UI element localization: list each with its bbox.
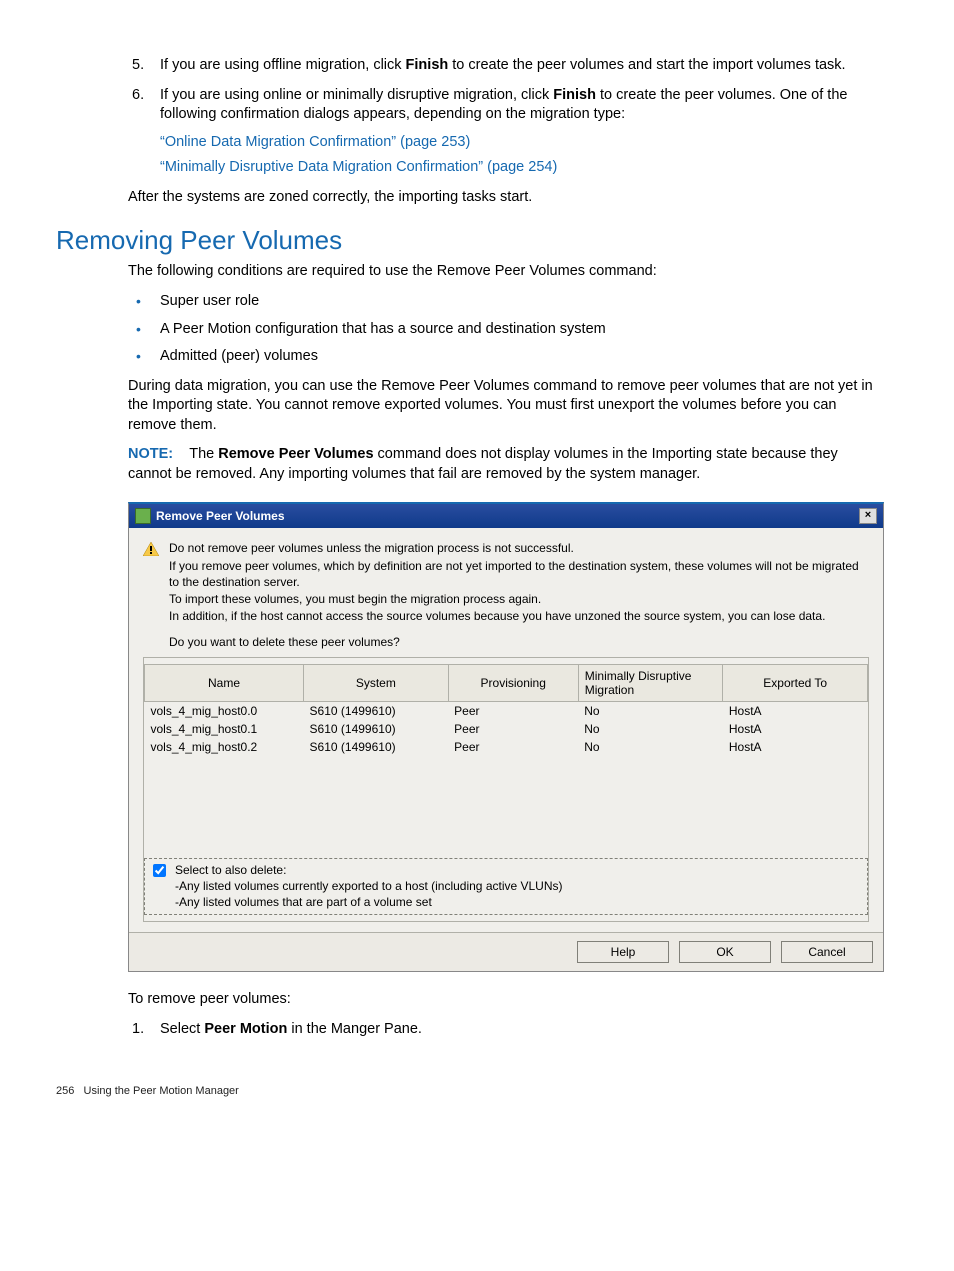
step5-finish: Finish [406, 57, 449, 73]
col-system[interactable]: System [304, 665, 449, 702]
cell-prov: Peer [448, 738, 578, 756]
bullet-peer-motion-config: A Peer Motion configuration that has a s… [160, 320, 884, 340]
warn-line-1: Do not remove peer volumes unless the mi… [169, 540, 869, 556]
cell-system: S610 (1499610) [304, 702, 449, 721]
note-paragraph: NOTE: The Remove Peer Volumes command do… [128, 445, 884, 484]
select-also-line1: -Any listed volumes currently exported t… [175, 879, 563, 895]
cell-system: S610 (1499610) [304, 720, 449, 738]
help-button[interactable]: Help [577, 941, 669, 963]
col-mdm[interactable]: Minimally Disruptive Migration [578, 665, 723, 702]
cell-name: vols_4_mig_host0.2 [145, 738, 304, 756]
cell-mdm: No [578, 738, 723, 756]
table-row[interactable]: vols_4_mig_host0.1 S610 (1499610) Peer N… [145, 720, 868, 738]
step5-text-b: to create the peer volumes and start the… [448, 57, 845, 73]
dialog-table-area: Name System Provisioning Minimally Disru… [143, 657, 869, 922]
step1-c: in the Manger Pane. [287, 1021, 422, 1037]
step6-text-a: If you are using online or minimally dis… [160, 87, 553, 103]
footer-section-title: Using the Peer Motion Manager [84, 1085, 239, 1097]
dialog-question: Do you want to delete these peer volumes… [169, 635, 869, 649]
heading-removing-peer-volumes: Removing Peer Volumes [56, 225, 884, 256]
step-6: If you are using online or minimally dis… [160, 86, 884, 178]
warn-line-2: If you remove peer volumes, which by def… [169, 558, 869, 590]
col-name[interactable]: Name [145, 665, 304, 702]
dialog-titlebar: Remove Peer Volumes × [129, 504, 883, 528]
link-online-confirmation[interactable]: “Online Data Migration Confirmation” (pa… [160, 133, 884, 153]
dialog-footer: Help OK Cancel [129, 932, 883, 971]
dialog-warning-text: Do not remove peer volumes unless the mi… [169, 540, 869, 625]
select-also-delete-box: Select to also delete: -Any listed volum… [144, 858, 868, 915]
during-migration-paragraph: During data migration, you can use the R… [128, 377, 884, 436]
note-bold: Remove Peer Volumes [218, 446, 373, 462]
step6-finish: Finish [553, 87, 596, 103]
bullet-super-user: Super user role [160, 292, 884, 312]
warning-icon [143, 542, 159, 556]
after-zoned-paragraph: After the systems are zoned correctly, t… [128, 188, 884, 208]
cell-exp: HostA [723, 720, 868, 738]
remove-peer-volumes-dialog: Remove Peer Volumes × Do not remove peer… [128, 502, 884, 972]
warn-line-3: To import these volumes, you must begin … [169, 591, 869, 607]
dialog-app-icon [135, 508, 151, 524]
select-also-label: Select to also delete: [175, 863, 563, 879]
step-5: If you are using offline migration, clic… [160, 56, 884, 76]
col-provisioning[interactable]: Provisioning [448, 665, 578, 702]
col-exported[interactable]: Exported To [723, 665, 868, 702]
cell-mdm: No [578, 702, 723, 721]
conditions-intro: The following conditions are required to… [128, 262, 884, 282]
warn-line-4: In addition, if the host cannot access t… [169, 608, 869, 624]
select-also-line2: -Any listed volumes that are part of a v… [175, 895, 563, 911]
dialog-title: Remove Peer Volumes [156, 509, 285, 523]
ok-button[interactable]: OK [679, 941, 771, 963]
step1-a: Select [160, 1021, 204, 1037]
cell-system: S610 (1499610) [304, 738, 449, 756]
note-label: NOTE: [128, 446, 173, 462]
cell-prov: Peer [448, 720, 578, 738]
cell-exp: HostA [723, 702, 868, 721]
bullet-admitted-volumes: Admitted (peer) volumes [160, 347, 884, 367]
cancel-button[interactable]: Cancel [781, 941, 873, 963]
step5-text-a: If you are using offline migration, clic… [160, 57, 406, 73]
footer-page-number: 256 [56, 1085, 74, 1097]
cell-name: vols_4_mig_host0.1 [145, 720, 304, 738]
link-minimally-disruptive-confirmation[interactable]: “Minimally Disruptive Data Migration Con… [160, 158, 884, 178]
table-row[interactable]: vols_4_mig_host0.2 S610 (1499610) Peer N… [145, 738, 868, 756]
cell-name: vols_4_mig_host0.0 [145, 702, 304, 721]
select-also-delete-checkbox[interactable] [153, 864, 166, 877]
remove-step-1: Select Peer Motion in the Manger Pane. [160, 1020, 884, 1040]
page-footer: 256 Using the Peer Motion Manager [56, 1085, 884, 1097]
cell-mdm: No [578, 720, 723, 738]
close-icon[interactable]: × [859, 508, 877, 524]
table-row[interactable]: vols_4_mig_host0.0 S610 (1499610) Peer N… [145, 702, 868, 721]
step1-b: Peer Motion [204, 1021, 287, 1037]
to-remove-intro: To remove peer volumes: [128, 990, 884, 1010]
peer-volumes-table: Name System Provisioning Minimally Disru… [144, 664, 868, 756]
note-pre: The [189, 446, 218, 462]
cell-exp: HostA [723, 738, 868, 756]
cell-prov: Peer [448, 702, 578, 721]
